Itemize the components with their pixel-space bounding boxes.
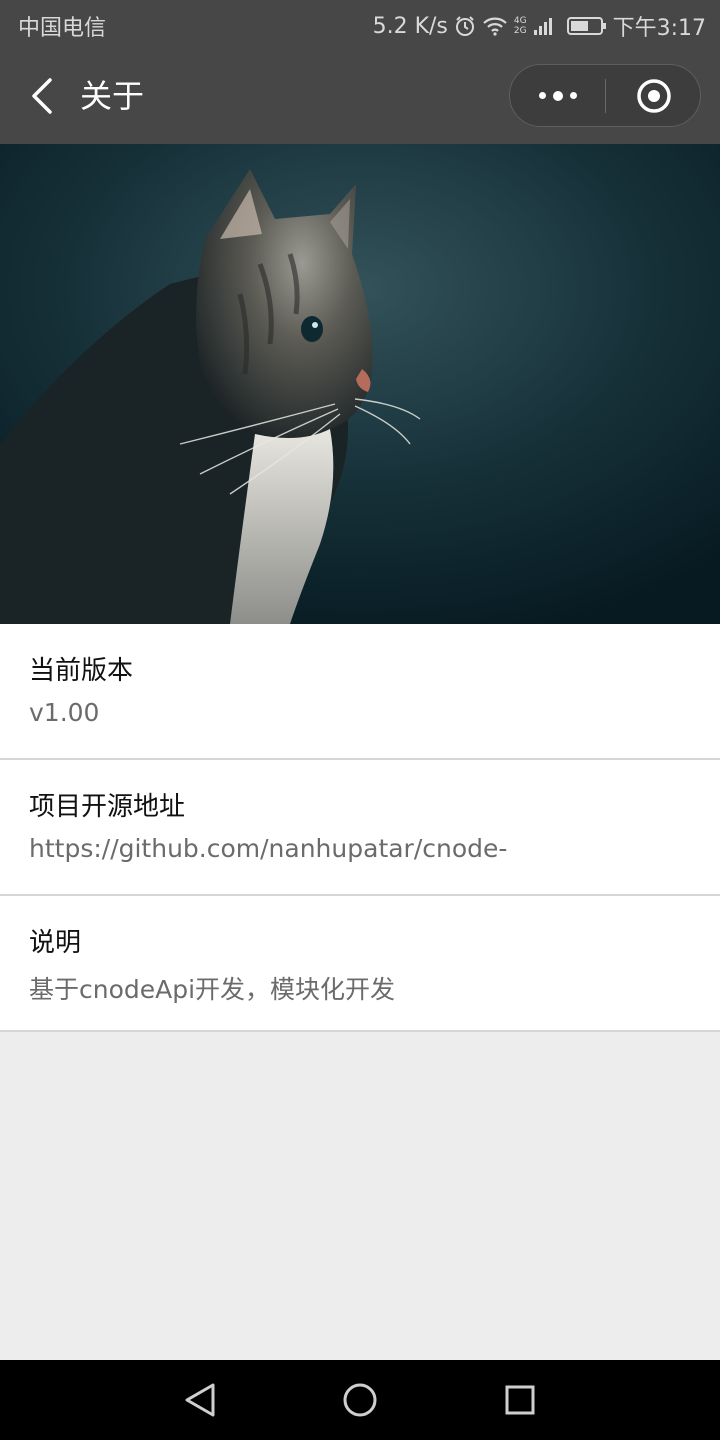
alarm-icon	[454, 15, 476, 37]
repo-link[interactable]: https://github.com/nanhupatar/cnode-	[29, 834, 507, 863]
list-item-repo[interactable]: 项目开源地址 https://github.com/nanhupatar/cno…	[0, 760, 720, 896]
carrier-name: 中国电信	[18, 16, 107, 41]
hero-cat-image	[0, 144, 720, 624]
wifi-icon	[482, 16, 508, 36]
back-triangle-icon[interactable]	[178, 1378, 222, 1422]
item-value: 基于cnodeApi开发，模块化开发	[29, 975, 396, 1004]
status-bar: 中国电信 5.2 K/s 4G 2G 下午3:17	[0, 0, 720, 48]
clock: 下午3:17	[612, 16, 706, 41]
network-type-top: 4G	[513, 16, 527, 26]
nav-bar: 关于	[0, 48, 720, 144]
signal-icon	[533, 16, 555, 36]
item-value: v1.00	[29, 698, 100, 727]
battery-icon	[566, 16, 607, 36]
dot	[569, 92, 577, 99]
menu-capsule	[509, 64, 701, 127]
back-chevron-icon[interactable]	[22, 76, 62, 116]
list-item-version: 当前版本 v1.00	[0, 624, 720, 760]
network-type-bottom: 2G	[513, 26, 527, 36]
dot	[538, 92, 546, 99]
info-list: 当前版本 v1.00 项目开源地址 https://github.com/nan…	[0, 624, 720, 1032]
item-label: 当前版本	[29, 656, 134, 686]
recents-square-icon[interactable]	[498, 1378, 542, 1422]
network-type: 4G 2G	[514, 16, 527, 36]
dot	[552, 90, 563, 101]
home-circle-icon[interactable]	[338, 1378, 382, 1422]
item-label: 项目开源地址	[29, 792, 186, 822]
target-circle-icon[interactable]	[606, 65, 701, 126]
status-right: 5.2 K/s 4G 2G 下午3:17	[373, 10, 706, 42]
system-nav-bar	[0, 1360, 720, 1440]
page-title: 关于	[80, 77, 145, 115]
list-item-description: 说明 基于cnodeApi开发，模块化开发	[0, 896, 720, 1032]
more-dots-icon[interactable]	[510, 65, 605, 126]
network-speed: 5.2 K/s	[372, 13, 448, 39]
item-label: 说明	[29, 928, 82, 958]
